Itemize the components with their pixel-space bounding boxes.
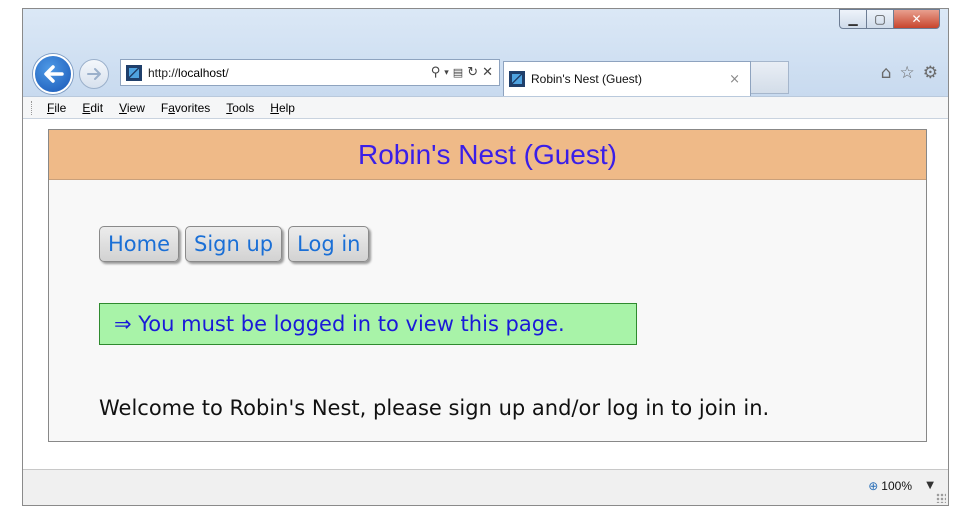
- zoom-icon: ⊕: [868, 479, 879, 493]
- compat-view-icon[interactable]: ▤: [453, 66, 463, 79]
- tab-favicon-icon: [509, 71, 525, 87]
- zoom-control[interactable]: ⊕ 100%: [868, 479, 912, 493]
- dropdown-arrow-icon[interactable]: ▾: [444, 68, 449, 78]
- new-tab-button[interactable]: [751, 61, 789, 94]
- tab-close-icon[interactable]: ×: [729, 72, 740, 87]
- menu-file[interactable]: File: [47, 101, 66, 115]
- resize-grip[interactable]: [936, 493, 946, 503]
- search-icon[interactable]: ⚲: [431, 65, 441, 80]
- menu-tools-label: ools: [232, 100, 255, 115]
- address-tools: ⚲ ▾ ▤ ↻ ✕: [431, 65, 493, 80]
- home-button[interactable]: Home: [99, 226, 180, 262]
- gear-icon[interactable]: ⚙: [923, 63, 938, 83]
- stop-icon[interactable]: ✕: [482, 65, 493, 80]
- browser-window: ▁ ▢ ✕ http://localhost/ ⚲ ▾ ▤ ↻ ✕ Robin'…: [22, 8, 949, 506]
- zoom-level: 100%: [881, 479, 912, 493]
- close-icon: ✕: [911, 12, 922, 26]
- forward-button[interactable]: [79, 59, 109, 89]
- back-button[interactable]: [33, 54, 73, 94]
- refresh-icon[interactable]: ↻: [467, 65, 478, 80]
- title-bar: ▁ ▢ ✕ http://localhost/ ⚲ ▾ ▤ ↻ ✕ Robin'…: [23, 9, 948, 96]
- maximize-button[interactable]: ▢: [867, 9, 894, 29]
- page-title: Robin's Nest (Guest): [358, 138, 617, 170]
- login-required-notice: ⇒ You must be logged in to view this pag…: [99, 303, 637, 345]
- menu-view[interactable]: View: [119, 101, 145, 115]
- url-path: /: [225, 65, 229, 80]
- status-bar: ⊕ 100% ▼: [23, 469, 948, 505]
- maximize-icon: ▢: [874, 12, 886, 26]
- forward-arrow-icon: [87, 68, 101, 80]
- tab-title: Robin's Nest (Guest): [531, 72, 642, 86]
- home-icon[interactable]: ⌂: [881, 63, 892, 83]
- address-url[interactable]: http://localhost/: [148, 66, 229, 80]
- menu-favorites-label: vorites: [174, 100, 211, 115]
- site-favicon-icon: [126, 64, 142, 81]
- url-protocol: http://: [148, 65, 179, 80]
- site-banner: Robin's Nest (Guest): [49, 130, 926, 180]
- zoom-dropdown-icon[interactable]: ▼: [926, 480, 934, 491]
- welcome-text: Welcome to Robin's Nest, please sign up …: [99, 396, 770, 420]
- content-viewport: Robin's Nest (Guest) Home Sign up Log in…: [23, 119, 948, 469]
- minimize-icon: ▁: [848, 12, 858, 26]
- nav-buttons: Home Sign up Log in: [99, 226, 370, 262]
- url-host: localhost: [178, 65, 226, 80]
- address-bar[interactable]: http://localhost/ ⚲ ▾ ▤ ↻ ✕: [120, 59, 500, 86]
- menu-bar: File Edit View Favorites Tools Help: [23, 96, 948, 119]
- close-window-button[interactable]: ✕: [894, 9, 940, 29]
- menu-view-label: iew: [126, 100, 145, 115]
- menu-view-accel: V: [119, 100, 127, 115]
- browser-command-icons: ⌂ ☆ ⚙: [881, 63, 938, 83]
- menu-grip[interactable]: [31, 100, 35, 115]
- favorites-star-icon[interactable]: ☆: [900, 63, 915, 83]
- tab-active[interactable]: Robin's Nest (Guest) ×: [503, 61, 751, 96]
- menu-edit-label: dit: [90, 100, 104, 115]
- sign-up-button[interactable]: Sign up: [185, 226, 283, 262]
- menu-favorites[interactable]: Favorites: [161, 101, 210, 115]
- menu-help-accel: H: [270, 100, 279, 115]
- menu-help[interactable]: Help: [270, 101, 295, 115]
- menu-file-label: ile: [54, 100, 67, 115]
- window-controls: ▁ ▢ ✕: [839, 9, 940, 29]
- minimize-button[interactable]: ▁: [839, 9, 867, 29]
- menu-edit[interactable]: Edit: [82, 101, 103, 115]
- back-arrow-icon: [44, 65, 64, 83]
- page-container: Robin's Nest (Guest) Home Sign up Log in…: [48, 129, 927, 442]
- log-in-button[interactable]: Log in: [288, 226, 370, 262]
- menu-favorites-accel: a: [168, 100, 175, 115]
- menu-tools[interactable]: Tools: [226, 101, 254, 115]
- menu-help-label: elp: [278, 100, 295, 115]
